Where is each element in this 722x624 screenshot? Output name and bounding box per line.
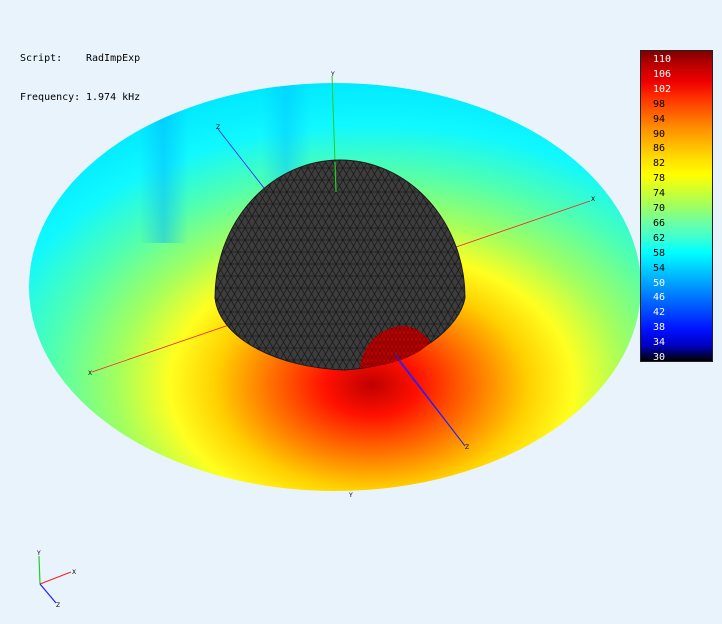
legend-label: 42 — [653, 307, 666, 319]
legend-label: 110 — [653, 54, 672, 65]
script-label: Script: — [20, 53, 63, 64]
svg-text:Z: Z — [56, 602, 60, 609]
legend-label: 62 — [653, 232, 666, 244]
y-axis-label: Y — [330, 71, 335, 78]
y-axis-neg-label: Y — [348, 492, 353, 499]
x-axis-neg-label: X — [88, 370, 92, 377]
legend-label: 50 — [653, 277, 666, 289]
legend-label: 102 — [653, 83, 672, 95]
z-axis-label: Z — [465, 444, 469, 451]
legend-label: 82 — [653, 158, 666, 170]
legend-label: 74 — [653, 188, 666, 200]
svg-text:X: X — [72, 569, 76, 576]
legend-label: 54 — [653, 262, 666, 274]
legend-label: 70 — [653, 203, 666, 214]
frequency-label: Frequency: — [20, 92, 81, 103]
script-value: RadImpExp — [86, 53, 141, 64]
legend-label: 94 — [653, 113, 666, 125]
orientation-triad: Y X Z — [36, 550, 76, 609]
legend-label: 58 — [653, 247, 666, 259]
legend-label: 46 — [653, 292, 666, 304]
frequency-value: 1.974 kHz — [86, 92, 141, 103]
legend-label: 106 — [653, 68, 672, 80]
script-info-panel: Script: RadImpExp Frequency: 1.974 kHz — [20, 26, 140, 117]
legend-label: 30 — [653, 352, 666, 363]
z-axis-neg-label: Z — [216, 124, 220, 131]
legend-label: 98 — [653, 98, 666, 110]
legend-label: 78 — [653, 173, 666, 185]
legend-label: 34 — [653, 337, 666, 349]
legend-label: 66 — [653, 217, 666, 229]
legend-gradient — [641, 51, 712, 361]
legend-label: 86 — [653, 143, 666, 155]
frequency-row: Frequency: 1.974 kHz — [20, 91, 140, 104]
color-legend: 110 106 102 98 94 90 86 82 78 74 70 66 62 58 54 50 46 42 3… — [640, 50, 713, 363]
svg-text:Y: Y — [36, 550, 41, 557]
legend-label: 38 — [653, 322, 666, 334]
x-axis-label: X — [591, 196, 595, 203]
legend-label: 90 — [653, 128, 666, 140]
script-row: Script: RadImpExp — [20, 52, 140, 65]
